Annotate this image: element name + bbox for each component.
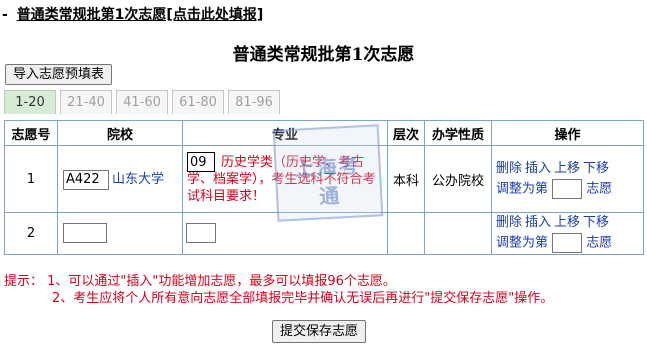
bullet-marker: -: [2, 7, 8, 23]
school-cell: [57, 212, 183, 255]
school-code-input[interactable]: [63, 223, 107, 244]
adjust-prefix: 调整为第: [496, 181, 549, 197]
tab-21-40[interactable]: 21-40: [60, 90, 112, 114]
page-title: 普通类常规批第1次志愿: [232, 45, 415, 65]
major-cell: [182, 212, 388, 255]
range-tabs: 1-20 21-40 41-60 61-80 81-96: [4, 90, 284, 116]
move-down-link[interactable]: 下移: [583, 161, 609, 176]
top-link-bar: - 普通类常规批第1次志愿[点击此处填报]: [2, 4, 263, 24]
nature-cell: [424, 212, 492, 255]
sequence-input[interactable]: [552, 233, 583, 253]
adjust-suffix: 志愿: [586, 181, 613, 197]
move-down-link[interactable]: 下移: [583, 215, 609, 230]
school-name: 山东大学: [112, 172, 165, 188]
tab-61-80[interactable]: 61-80: [172, 90, 224, 114]
delete-link[interactable]: 删除: [496, 215, 522, 230]
tab-1-20[interactable]: 1-20: [4, 90, 56, 114]
hint-line-2: 2、考生应将个人所有意向志愿全部填报完毕并确认无误后再进行"提交保存志愿"操作。: [52, 291, 554, 306]
move-up-link[interactable]: 上移: [554, 215, 580, 230]
table-row: 1 山东大学 历史学类（历史学、考古学、档案学），考生选科不符合考试科目要求！ …: [4, 145, 644, 213]
major-cell: 历史学类（历史学、考古学、档案学），考生选科不符合考试科目要求！: [182, 145, 388, 213]
adjust-prefix: 调整为第: [496, 235, 549, 251]
level-cell: [387, 212, 425, 255]
header-index: 志愿号: [4, 120, 58, 146]
tab-41-60[interactable]: 41-60: [116, 90, 168, 114]
school-cell: 山东大学: [57, 145, 183, 213]
row-index: 2: [4, 212, 58, 255]
sequence-input[interactable]: [552, 178, 583, 199]
table-row: 2 删除 插入 上移 下移 调整为第 志愿: [4, 212, 644, 255]
hint-line-1: 提示： 1、可以通过"插入"功能增加志愿，最多可以填报96个志愿。: [4, 274, 396, 289]
header-nature: 办学性质: [424, 120, 492, 146]
hint-block: 提示： 1、可以通过"插入"功能增加志愿，最多可以填报96个志愿。 2、考生应将…: [4, 273, 553, 307]
fill-volunteer-link[interactable]: 普通类常规批第1次志愿[点击此处填报]: [17, 7, 264, 23]
delete-link[interactable]: 删除: [496, 161, 522, 176]
header-ops: 操作: [491, 120, 644, 146]
school-code-input[interactable]: [63, 169, 109, 190]
insert-link[interactable]: 插入: [525, 215, 551, 230]
nature-cell: 公办院校: [424, 145, 492, 213]
ops-cell: 删除 插入 上移 下移 调整为第 志愿: [491, 145, 644, 213]
header-major: 专业: [182, 120, 388, 146]
insert-link[interactable]: 插入: [525, 161, 551, 176]
level-cell: 本科: [387, 145, 425, 213]
header-level: 层次: [387, 120, 425, 146]
major-code-input[interactable]: [187, 152, 215, 172]
major-code-input[interactable]: [186, 223, 216, 244]
tab-81-96[interactable]: 81-96: [228, 90, 280, 114]
adjust-suffix: 志愿: [586, 235, 613, 251]
submit-save-button[interactable]: 提交保存志愿: [272, 320, 367, 343]
major-warning-text: 历史学类（历史学、考古学、档案学），考生选科不符合考试科目要求！: [187, 155, 376, 204]
row-index: 1: [4, 145, 58, 213]
ops-cell: 删除 插入 上移 下移 调整为第 志愿: [491, 212, 644, 255]
move-up-link[interactable]: 上移: [554, 161, 580, 176]
table-header-row: 志愿号 院校 专业 层次 办学性质 操作: [4, 120, 644, 146]
import-prefill-button[interactable]: 导入志愿预填表: [5, 64, 113, 85]
volunteer-table: 志愿号 院校 专业 层次 办学性质 操作 1 山东大学 历史学类（历史学、考古学…: [4, 120, 644, 255]
header-school: 院校: [57, 120, 183, 146]
